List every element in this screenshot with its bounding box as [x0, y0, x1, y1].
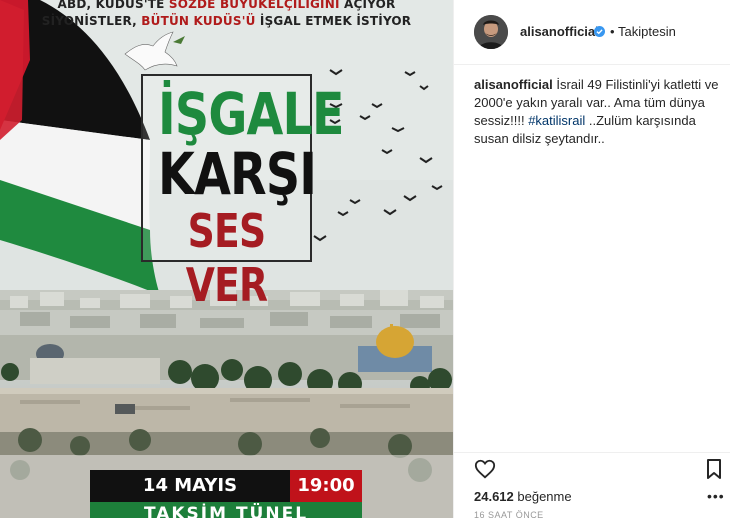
- poster-title-line-2: KARŞI: [158, 140, 317, 208]
- poster-headline-1-part-a: ABD, KUDÜS'TE: [57, 0, 169, 11]
- post-header: alisanofficial • Takiptesin: [454, 0, 730, 65]
- poster-title-box: İŞGALE KARŞI SES VER: [141, 74, 345, 312]
- poster-headline-1: ABD, KUDÜS'TE SÖZDE BÜYÜKELÇİLİĞİNİ AÇIY…: [0, 0, 453, 11]
- post-image[interactable]: ABD, KUDÜS'TE SÖZDE BÜYÜKELÇİLİĞİNİ AÇIY…: [0, 0, 453, 518]
- likes-number: 24.612: [474, 489, 514, 504]
- poster-headline-2-highlight: BÜTÜN KUDÜS'Ü: [141, 14, 256, 28]
- poster-headline-2: SİYONİSTLER, BÜTÜN KUDÜS'Ü İŞGAL ETMEK İ…: [0, 14, 453, 28]
- poster-place: TAKSİM TÜNEL: [90, 502, 362, 518]
- likes-label: beğenme: [513, 489, 572, 504]
- poster-title-line-3: SES VER: [185, 204, 268, 312]
- avatar-image: [474, 15, 508, 49]
- actions-divider: [454, 452, 730, 453]
- post-actions: [454, 458, 730, 484]
- likes-count[interactable]: 24.612 beğenme: [474, 489, 572, 504]
- more-options-icon[interactable]: •••: [707, 488, 725, 504]
- caption-username-link[interactable]: alisanofficial: [474, 77, 553, 92]
- avatar[interactable]: [474, 15, 508, 49]
- follow-status-button[interactable]: Takiptesin: [618, 24, 676, 39]
- poster-time: 19:00: [290, 470, 362, 502]
- poster-headline-2-part-c: İŞGAL ETMEK İSTİYOR: [255, 14, 412, 28]
- hashtag-link[interactable]: #katilisrail: [528, 113, 585, 128]
- verified-badge-icon: [594, 26, 605, 37]
- poster-headline-1-part-c: AÇIYOR: [339, 0, 396, 11]
- username-link[interactable]: alisanofficial: [520, 24, 599, 39]
- post-timestamp: 16 SAAT ÖNCE: [474, 510, 544, 520]
- post-sidebar: alisanofficial • Takiptesin alisanoffici…: [453, 0, 730, 520]
- poster-headline-2-part-a: SİYONİSTLER,: [41, 14, 142, 28]
- separator-dot: •: [610, 24, 615, 39]
- poster-headline-1-highlight: SÖZDE BÜYÜKELÇİLİĞİNİ: [168, 0, 340, 11]
- instagram-post-view: ABD, KUDÜS'TE SÖZDE BÜYÜKELÇİLİĞİNİ AÇIY…: [0, 0, 730, 520]
- poster-date: 14 MAYIS PAZARTESİ: [90, 470, 290, 518]
- post-caption: alisanofficial İsrail 49 Filistinli'yi k…: [474, 76, 720, 148]
- heart-icon[interactable]: [474, 458, 496, 480]
- bookmark-icon[interactable]: [706, 459, 722, 479]
- poster-title-line-1: İŞGALE: [158, 80, 344, 148]
